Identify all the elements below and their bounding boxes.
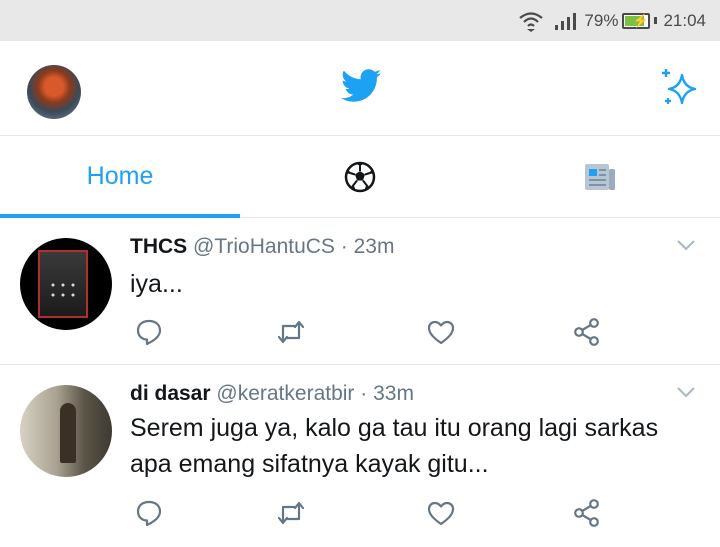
sparkle-icon[interactable] <box>660 67 698 107</box>
tweet-author-handle[interactable]: @keratkeratbir <box>216 382 354 405</box>
tweet-header: THCS @TrioHantuCS · 23m <box>130 235 394 259</box>
tab-news[interactable] <box>480 136 720 217</box>
tweet-text-line: Serem juga ya, kalo ga tau itu orang lag… <box>130 414 659 442</box>
twitter-bird-icon <box>341 69 381 102</box>
reply-button[interactable] <box>134 498 164 528</box>
tweet-text-line: apa emang sifatnya kayak gitu... <box>130 450 489 478</box>
retweet-icon <box>277 501 305 525</box>
tweet-text: iya... <box>130 266 183 302</box>
chevron-down-icon[interactable] <box>676 385 696 399</box>
tweet-header: di dasar @keratkeratbir · 33m <box>130 382 414 406</box>
tweet-text: Serem juga ya, kalo ga tau itu orang lag… <box>130 410 658 482</box>
app-header <box>0 41 720 136</box>
tweet-text-line: iya... <box>130 270 183 298</box>
reply-icon <box>136 500 162 527</box>
retweet-button[interactable] <box>276 498 306 528</box>
tweet-author-avatar[interactable] <box>20 385 112 477</box>
tweet-time: 33m <box>373 382 414 405</box>
tweet-author-name[interactable]: THCS <box>130 235 187 258</box>
reply-button[interactable] <box>134 317 164 347</box>
tweet-author-avatar[interactable] <box>20 238 112 330</box>
retweet-icon <box>277 320 305 344</box>
tweet-author-name[interactable]: di dasar <box>130 382 211 405</box>
tab-home-label: Home <box>86 162 154 190</box>
charging-bolt-icon: ⚡ <box>632 12 649 28</box>
tweet-actions <box>130 317 610 347</box>
share-button[interactable] <box>572 498 602 528</box>
like-button[interactable] <box>426 498 456 528</box>
status-bar: 79% ⚡ 21:04 <box>0 0 720 41</box>
share-button[interactable] <box>572 317 602 347</box>
tweet-actions <box>130 498 610 528</box>
battery-percent: 79% <box>584 10 619 30</box>
tweet-separator: · <box>360 382 368 405</box>
reply-icon <box>136 319 162 346</box>
tweet-item[interactable]: THCS @TrioHantuCS · 23m iya... <box>0 218 720 365</box>
battery-tip <box>654 17 658 24</box>
tweet-time: 23m <box>353 235 395 258</box>
newspaper-icon <box>585 163 615 190</box>
signal-icon <box>555 12 577 30</box>
share-icon <box>574 318 599 346</box>
wifi-icon <box>519 11 544 32</box>
avatar-book-image <box>38 250 88 318</box>
like-icon <box>427 320 455 345</box>
tweet-separator: · <box>340 235 348 258</box>
like-icon <box>427 501 455 526</box>
avatar-person-image <box>60 403 76 463</box>
tab-sports[interactable] <box>240 136 480 217</box>
tab-bar: Home <box>0 136 720 218</box>
retweet-button[interactable] <box>276 317 306 347</box>
soccer-ball-icon <box>344 161 376 192</box>
like-button[interactable] <box>426 317 456 347</box>
chevron-down-icon[interactable] <box>676 238 696 252</box>
battery-charging-icon: ⚡ <box>622 12 651 29</box>
tweet-item[interactable]: di dasar @keratkeratbir · 33m Serem juga… <box>0 365 720 547</box>
tab-home[interactable]: Home <box>0 136 240 217</box>
profile-avatar[interactable] <box>27 65 81 119</box>
clock: 21:04 <box>663 10 706 30</box>
tweet-author-handle[interactable]: @TrioHantuCS <box>193 235 335 258</box>
share-icon <box>574 499 599 527</box>
